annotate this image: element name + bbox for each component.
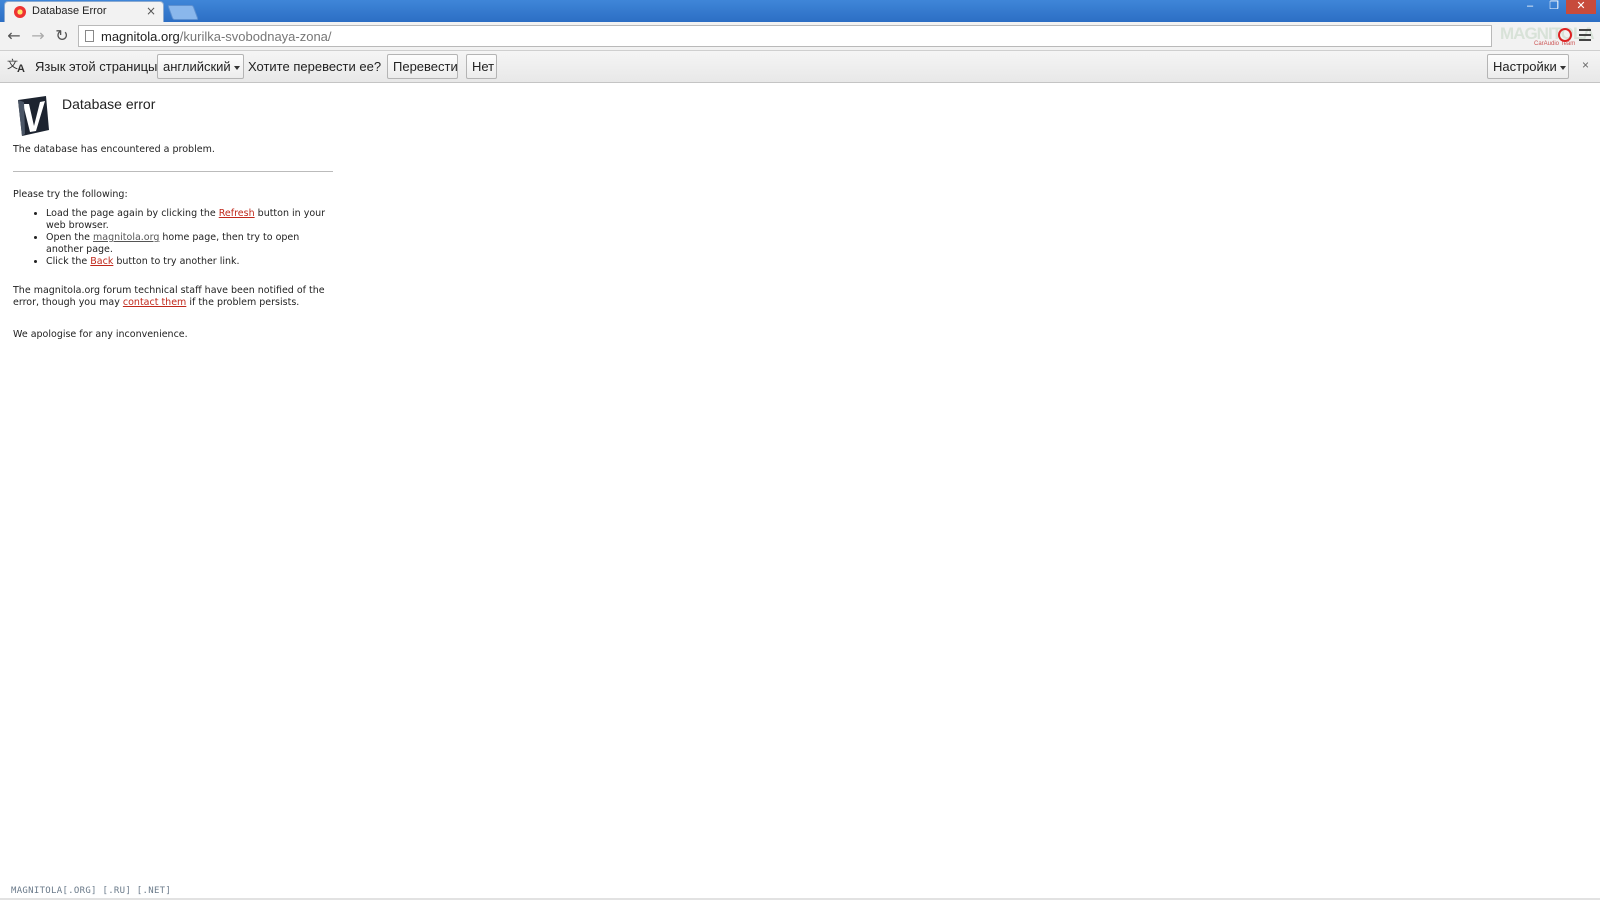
footer-text: MAGNITOLA[.ORG] [.RU] [.NET]	[11, 886, 172, 896]
new-tab-button[interactable]	[167, 5, 199, 20]
translate-infobar: 文A Язык этой страницы английский Хотите …	[0, 51, 1600, 83]
chevron-down-icon	[233, 65, 240, 70]
back-arrow-icon[interactable]: ←	[4, 26, 24, 46]
refresh-link[interactable]: Refresh	[219, 208, 255, 219]
page-icon	[85, 30, 94, 42]
list-item-text: Click the	[46, 256, 91, 267]
translate-icon: 文A	[7, 59, 25, 75]
infobar-close-icon[interactable]: ×	[1582, 58, 1589, 72]
reload-icon[interactable]: ↻	[52, 26, 72, 46]
staff-notice: The magnitola.org forum technical staff …	[13, 285, 333, 309]
site-logo-icon	[18, 96, 49, 136]
list-item: Load the page again by clicking the Refr…	[46, 208, 336, 232]
error-lead: The database has encountered a problem.	[13, 144, 215, 155]
no-button[interactable]: Нет	[466, 54, 497, 79]
window-close-button[interactable]: ✕	[1566, 0, 1596, 14]
list-item: Click the Back button to try another lin…	[46, 256, 336, 268]
site-favicon-icon	[14, 6, 26, 18]
url-host: magnitola.org	[101, 29, 180, 44]
apology-text: We apologise for any inconvenience.	[13, 329, 188, 340]
page-language-label: Язык этой страницы	[35, 59, 158, 74]
settings-button-label: Настройки	[1493, 59, 1557, 74]
back-link[interactable]: Back	[90, 256, 113, 267]
list-item: Open the magnitola.org home page, then t…	[46, 232, 336, 256]
list-item-text: Load the page again by clicking the	[46, 208, 219, 219]
language-select-value: английский	[163, 59, 231, 74]
notice-text-end: if the problem persists.	[186, 297, 300, 308]
chevron-down-icon	[1559, 65, 1566, 70]
translate-button[interactable]: Перевести	[387, 54, 458, 79]
extension-sub-text: CarAudio Team	[1534, 41, 1576, 47]
menu-icon[interactable]	[1579, 29, 1591, 44]
try-label: Please try the following:	[13, 189, 128, 200]
list-item-text: button to try another link.	[113, 256, 240, 267]
minimize-button[interactable]: –	[1518, 0, 1542, 14]
address-bar[interactable]: magnitola.org/kurilka-svobodnaya-zona/	[78, 25, 1492, 47]
maximize-button[interactable]: ❐	[1542, 0, 1566, 14]
forward-arrow-icon[interactable]: →	[28, 26, 48, 46]
url-text: magnitola.org/kurilka-svobodnaya-zona/	[101, 29, 332, 44]
divider	[13, 171, 333, 172]
page-title: Database error	[62, 96, 156, 112]
list-item-text: Open the	[46, 232, 94, 243]
settings-button[interactable]: Настройки	[1487, 54, 1569, 79]
language-select[interactable]: английский	[157, 54, 244, 79]
translate-question: Хотите перевести ее?	[248, 59, 382, 74]
tab-database-error[interactable]: Database Error ×	[4, 1, 164, 22]
url-path: /kurilka-svobodnaya-zona/	[179, 29, 332, 44]
extension-logo-icon[interactable]: MAGNITOLA CarAudio Team	[1500, 24, 1595, 48]
title-bar: Database Error × – ❐ ✕	[0, 0, 1600, 22]
search-icon	[1558, 28, 1572, 42]
contact-link[interactable]: contact them	[123, 297, 186, 308]
tab-title: Database Error	[32, 5, 107, 17]
suggestion-list: Load the page again by clicking the Refr…	[13, 208, 336, 268]
tab-close-icon[interactable]: ×	[146, 4, 156, 18]
navigation-bar: ← → ↻ magnitola.org/kurilka-svobodnaya-z…	[0, 22, 1600, 51]
home-page-link[interactable]: magnitola.org	[93, 232, 159, 243]
